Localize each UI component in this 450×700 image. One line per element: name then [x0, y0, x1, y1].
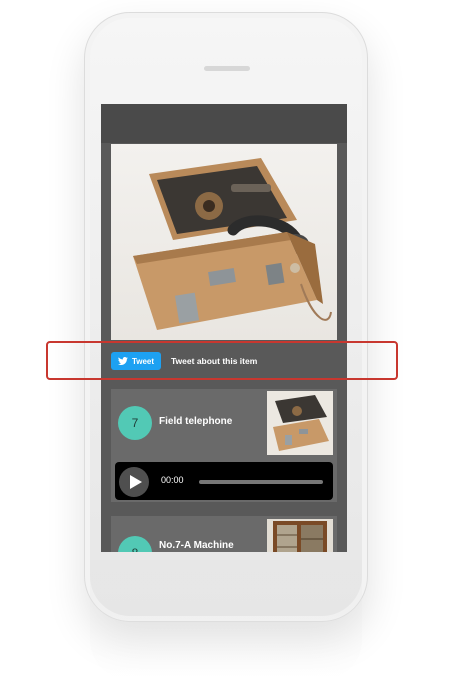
switchboard-thumbnail	[267, 519, 333, 552]
item-title[interactable]: Field telephone	[159, 416, 232, 427]
item-number-badge: 8	[118, 536, 152, 552]
top-bar	[101, 104, 347, 143]
item-thumbnail[interactable]	[267, 519, 333, 552]
field-telephone-image	[133, 158, 332, 330]
item-title[interactable]: No.7-A Machine Switchboard	[159, 540, 265, 552]
audio-player: 00:00	[115, 462, 333, 500]
list-item[interactable]: 8 No.7-A Machine Switchboard	[111, 516, 337, 552]
tweet-highlight-box	[46, 341, 398, 380]
item-photo-field-telephone	[111, 144, 337, 340]
phone-speaker	[204, 66, 250, 71]
field-telephone-thumbnail	[267, 391, 333, 455]
list-item[interactable]: 7 Field telephone 00:00	[111, 389, 337, 502]
audio-progress-track[interactable]	[199, 480, 323, 484]
item-thumbnail[interactable]	[267, 391, 333, 455]
play-button[interactable]	[119, 467, 149, 497]
phone-reflection	[90, 560, 362, 680]
audio-time: 00:00	[161, 475, 184, 485]
app-screen: Tweet Tweet about this item 7 Field tele…	[101, 104, 347, 552]
item-number-badge: 7	[118, 406, 152, 440]
